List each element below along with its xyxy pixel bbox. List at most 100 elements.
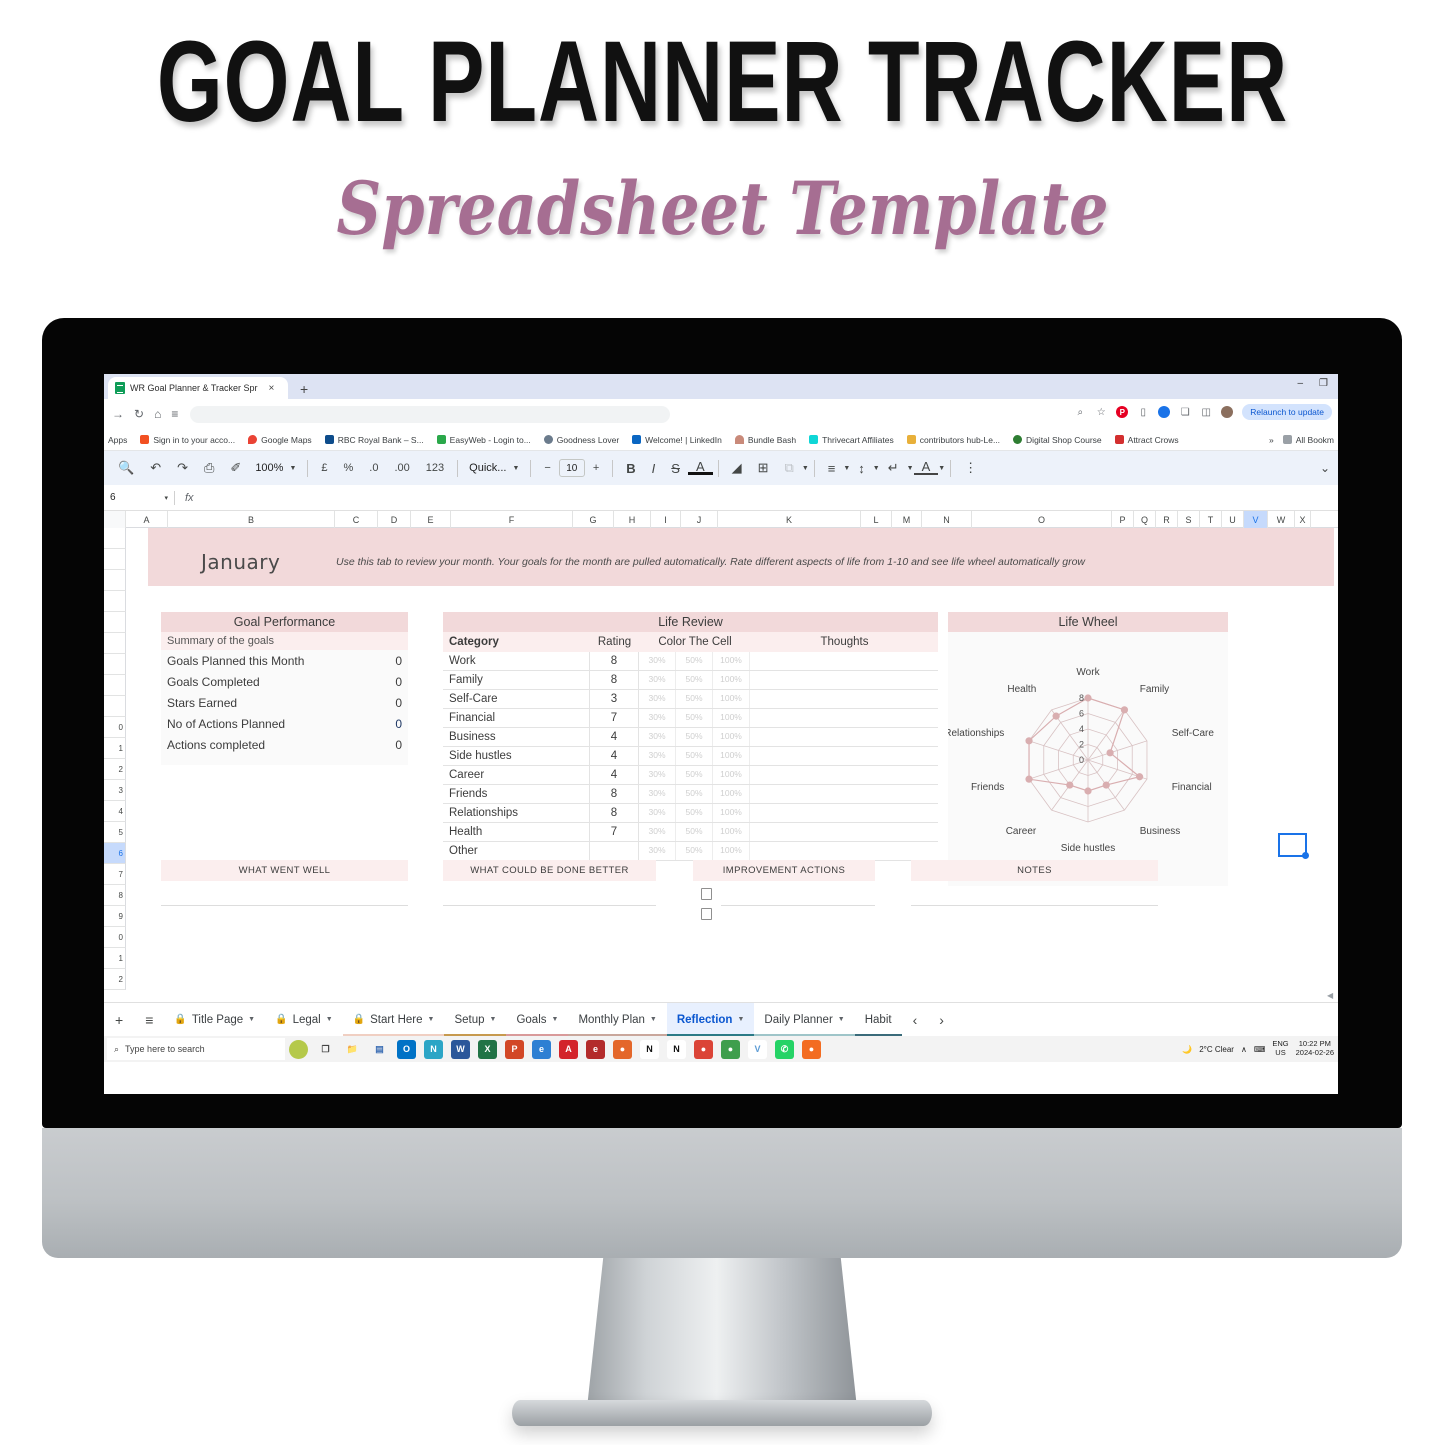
active-cell-selection[interactable] xyxy=(1278,833,1309,859)
sheet-tab-habit[interactable]: Habit xyxy=(854,1003,902,1036)
fill-color-icon[interactable]: ◢ xyxy=(724,460,750,476)
cell-color-pct[interactable]: 30% xyxy=(639,785,676,803)
sheet-tab-start-here[interactable]: 🔒 Start Here ▼ xyxy=(342,1003,445,1036)
column-header-P[interactable]: P xyxy=(1112,511,1134,528)
table-row[interactable]: Career 4 30% 50% 100% xyxy=(443,766,938,785)
cell-color-pct[interactable]: 30% xyxy=(639,766,676,784)
home-icon[interactable]: ⌂ xyxy=(154,407,161,421)
cell-thoughts[interactable] xyxy=(750,690,938,708)
input-line[interactable] xyxy=(721,905,875,906)
cell-color-pct[interactable]: 100% xyxy=(713,823,750,841)
cell-color-pct[interactable]: 50% xyxy=(676,747,713,765)
row-header[interactable] xyxy=(104,696,126,717)
table-row[interactable]: Family 8 30% 50% 100% xyxy=(443,671,938,690)
column-header-I[interactable]: I xyxy=(651,511,681,528)
bookmark-item[interactable]: Bundle Bash xyxy=(734,435,796,445)
table-row[interactable]: Other 30% 50% 100% xyxy=(443,842,938,861)
column-header-T[interactable]: T xyxy=(1200,511,1222,528)
print-icon[interactable]: ⎙ xyxy=(196,460,222,476)
row-header[interactable]: 4 xyxy=(104,801,126,822)
bookmark-item[interactable]: Attract Crows xyxy=(1114,435,1179,445)
firefox-icon[interactable]: ● xyxy=(613,1039,632,1059)
sheet-tab-daily-planner[interactable]: Daily Planner ▼ xyxy=(754,1003,855,1036)
reload-icon[interactable]: ↻ xyxy=(134,407,144,421)
font-size-input[interactable]: 10 xyxy=(558,459,585,477)
bookmark-item[interactable]: Welcome! | LinkedIn xyxy=(632,435,722,445)
cell-thoughts[interactable] xyxy=(750,709,938,727)
brave-icon[interactable]: ● xyxy=(802,1039,821,1059)
cell-thoughts[interactable] xyxy=(750,671,938,689)
merge-cells-icon[interactable]: ⧉ xyxy=(777,460,802,476)
cell-color-pct[interactable]: 100% xyxy=(713,747,750,765)
checkbox[interactable] xyxy=(701,888,712,900)
bookmarks-overflow-icon[interactable]: » xyxy=(1269,435,1274,445)
column-header-X[interactable]: X xyxy=(1295,511,1311,528)
row-header[interactable]: 1 xyxy=(104,738,126,759)
zoom-selector[interactable]: 100% ▼ xyxy=(249,462,302,474)
cortana-icon[interactable] xyxy=(289,1039,308,1059)
vivaldi-icon[interactable]: V xyxy=(748,1039,767,1059)
sheet-tab-goals[interactable]: Goals ▼ xyxy=(506,1003,569,1036)
column-header-Q[interactable]: Q xyxy=(1134,511,1156,528)
chevron-down-icon[interactable]: ▼ xyxy=(938,465,945,472)
vertical-align-icon[interactable]: ↕ xyxy=(850,461,873,476)
text-wrap-icon[interactable]: ↵ xyxy=(880,460,907,476)
row-header[interactable] xyxy=(104,591,126,612)
row-header[interactable]: 3 xyxy=(104,780,126,801)
row-header[interactable]: 7 xyxy=(104,864,126,885)
device-extension-icon[interactable]: ▯ xyxy=(1137,406,1149,418)
add-sheet-button[interactable]: + xyxy=(104,1012,134,1028)
table-row[interactable]: Health 7 30% 50% 100% xyxy=(443,823,938,842)
font-decrease-button[interactable]: − xyxy=(536,462,558,474)
undo-icon[interactable]: ↶ xyxy=(142,460,169,476)
cell-color-pct[interactable]: 100% xyxy=(713,728,750,746)
cell-color-pct[interactable]: 100% xyxy=(713,804,750,822)
cell-thoughts[interactable] xyxy=(750,652,938,670)
chevron-down-icon[interactable]: ▼ xyxy=(650,1016,657,1023)
sidepanel-icon[interactable]: ◫ xyxy=(1200,406,1212,418)
row-header[interactable]: 2 xyxy=(104,969,126,990)
column-header-J[interactable]: J xyxy=(681,511,718,528)
row-header[interactable] xyxy=(104,612,126,633)
cell-color-pct[interactable]: 30% xyxy=(639,747,676,765)
column-header-V[interactable]: V xyxy=(1244,511,1268,528)
cell-color-pct[interactable]: 100% xyxy=(713,766,750,784)
column-header-R[interactable]: R xyxy=(1156,511,1178,528)
pinterest-extension-icon[interactable]: P xyxy=(1116,406,1129,418)
clock[interactable]: 10:22 PM 2024-02-26 xyxy=(1296,1040,1334,1057)
text-color-button[interactable]: A xyxy=(687,460,713,476)
chevron-down-icon[interactable]: ▼ xyxy=(838,1016,845,1023)
powerpoint-icon[interactable]: P xyxy=(505,1039,524,1059)
chevron-down-icon[interactable]: ▾ xyxy=(164,494,168,502)
column-header-E[interactable]: E xyxy=(411,511,451,528)
cell-color-pct[interactable]: 50% xyxy=(676,823,713,841)
cell-color-pct[interactable]: 100% xyxy=(713,842,750,860)
all-sheets-button[interactable]: ≡ xyxy=(134,1012,164,1028)
row-header[interactable] xyxy=(104,528,126,549)
acrobat-icon[interactable]: A xyxy=(559,1039,578,1059)
relaunch-update-button[interactable]: Relaunch to update xyxy=(1242,404,1332,420)
goal-performance-row[interactable]: Actions completed 0 xyxy=(161,734,408,755)
cell-color-pct[interactable]: 100% xyxy=(713,690,750,708)
column-header-C[interactable]: C xyxy=(335,511,378,528)
currency-button[interactable]: £ xyxy=(313,462,335,474)
cell-thoughts[interactable] xyxy=(750,728,938,746)
sheet-tab-legal[interactable]: 🔒 Legal ▼ xyxy=(265,1003,343,1036)
paint-format-icon[interactable]: ✐ xyxy=(222,460,249,476)
cell-color-pct[interactable]: 100% xyxy=(713,652,750,670)
outlook-icon[interactable]: O xyxy=(397,1039,416,1059)
decrease-decimal-button[interactable]: .0 xyxy=(361,462,386,474)
row-header[interactable]: 5 xyxy=(104,822,126,843)
text-rotation-icon[interactable]: A xyxy=(913,460,939,475)
chevron-down-icon[interactable]: ▼ xyxy=(843,465,850,472)
table-row[interactable]: Work 8 30% 50% 100% xyxy=(443,652,938,671)
task-view-icon[interactable]: ❐ xyxy=(316,1040,335,1059)
cell-thoughts[interactable] xyxy=(750,842,938,860)
taskbar-search-input[interactable]: ⌕ Type here to search xyxy=(107,1038,285,1060)
word-icon[interactable]: W xyxy=(451,1039,470,1059)
column-header-L[interactable]: L xyxy=(861,511,892,528)
browser-tab[interactable]: WR Goal Planner & Tracker Spr × xyxy=(108,377,288,399)
notion-2-icon[interactable]: N xyxy=(667,1039,686,1059)
goal-performance-row[interactable]: No of Actions Planned 0 xyxy=(161,713,408,734)
redo-icon[interactable]: ↷ xyxy=(169,460,196,476)
